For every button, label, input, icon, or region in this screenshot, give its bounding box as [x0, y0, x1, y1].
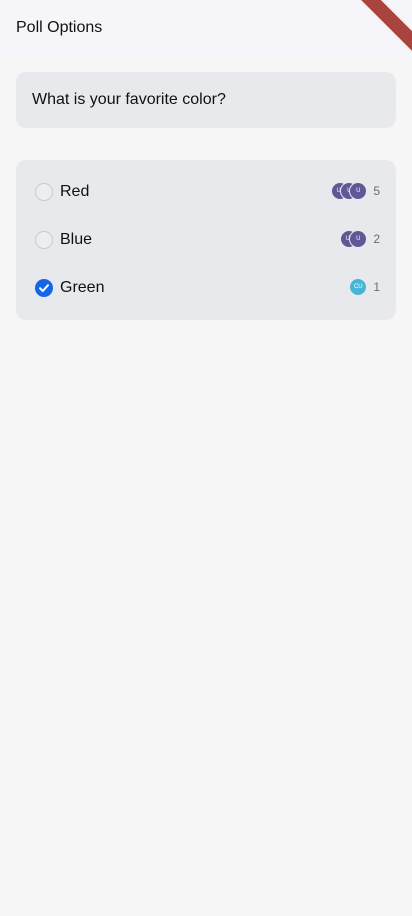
- vote-count: 5: [373, 184, 380, 198]
- debug-banner: [352, 0, 412, 60]
- radio-checked[interactable]: [35, 279, 53, 297]
- option-label: Red: [60, 183, 90, 200]
- checkmark-icon: [39, 284, 49, 292]
- poll-option-red[interactable]: Red U2 U U 5: [16, 168, 396, 216]
- vote-count: 1: [373, 280, 380, 294]
- avatar: U: [349, 230, 368, 248]
- poll-option-green[interactable]: Green CU 1: [16, 264, 396, 312]
- app-bar: Poll Options: [0, 0, 412, 60]
- question-card: What is your favorite color?: [16, 72, 396, 128]
- voter-avatars: U1 U 2: [340, 230, 380, 248]
- avatar: U: [349, 182, 368, 200]
- voter-avatars: U2 U U 5: [331, 182, 380, 200]
- vote-count: 2: [373, 232, 380, 246]
- page-title: Poll Options: [16, 19, 103, 36]
- option-label: Green: [60, 279, 105, 296]
- radio-unchecked[interactable]: [35, 183, 53, 201]
- poll-options-card: Red U2 U U 5 Blue U1 U 2 Green CU 1: [16, 160, 396, 320]
- avatar: CU: [349, 278, 368, 296]
- poll-option-blue[interactable]: Blue U1 U 2: [16, 216, 396, 264]
- option-label: Blue: [60, 231, 93, 248]
- poll-question: What is your favorite color?: [32, 91, 226, 108]
- voter-avatars: CU 1: [349, 278, 380, 296]
- radio-unchecked[interactable]: [35, 231, 53, 249]
